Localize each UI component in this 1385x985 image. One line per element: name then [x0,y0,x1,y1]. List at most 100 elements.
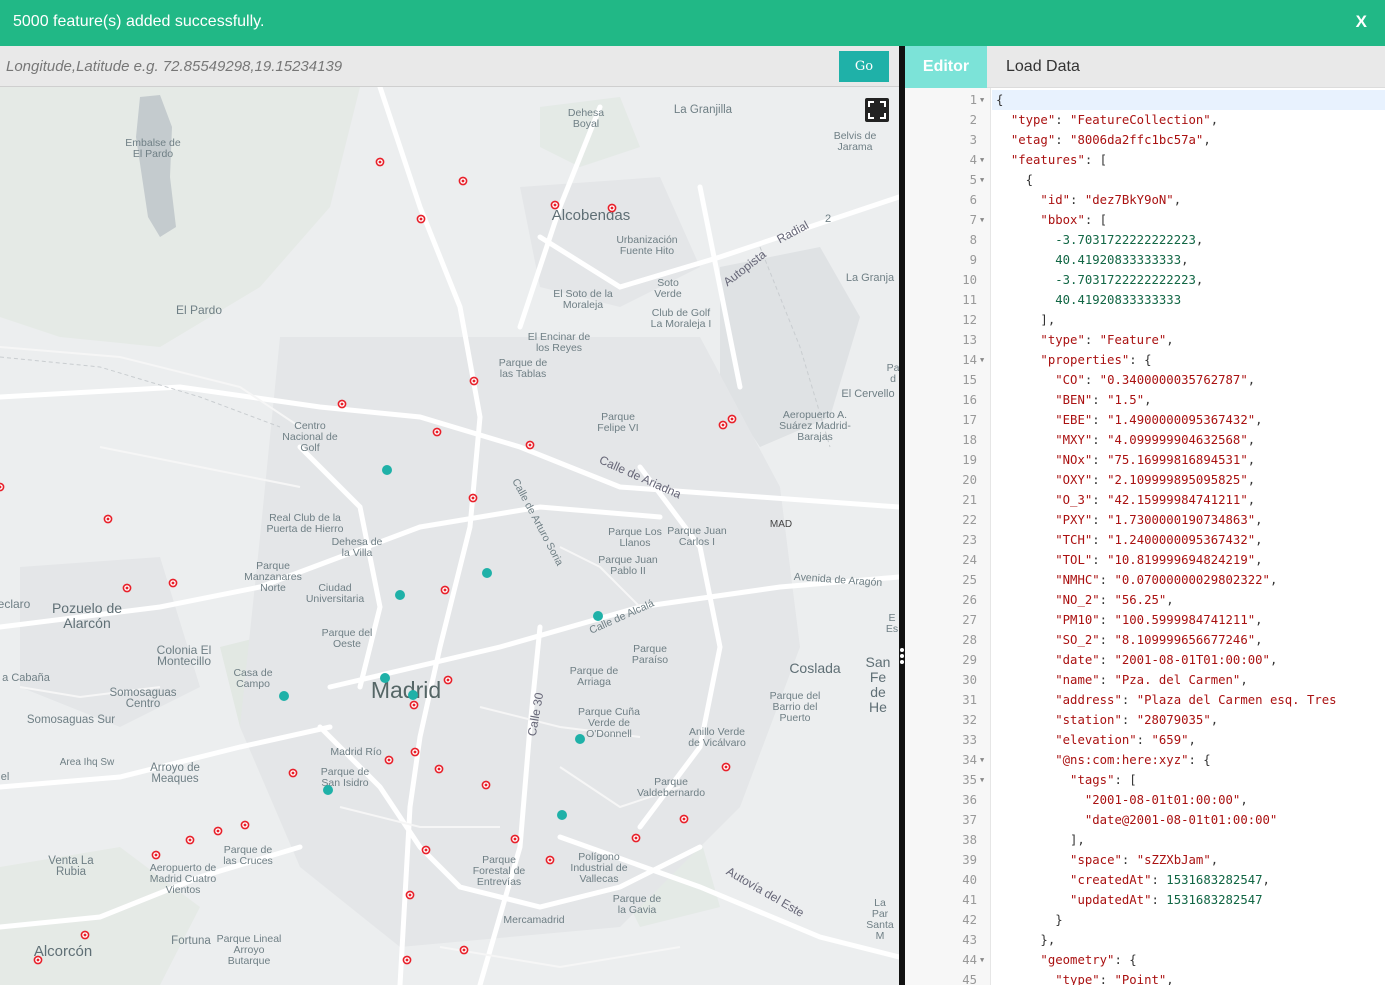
map-label-radial-number: 2 [824,213,832,225]
drag-handle-icon[interactable] [900,648,904,666]
code-line[interactable]: -3.7031722222222223, [996,270,1203,290]
fullscreen-button[interactable] [865,98,889,122]
code-line[interactable]: { [996,90,1003,110]
code-line[interactable]: { [996,170,1033,190]
map-label-parque-tablas: Parque de las Tablas [498,357,548,380]
fold-toggle-icon[interactable]: ▼ [980,770,984,790]
line-number: 12 [962,313,977,327]
fold-toggle-icon[interactable]: ▼ [980,170,984,190]
code-line[interactable]: "station": "28079035", [996,710,1218,730]
line-number: 27 [962,613,977,627]
code-line[interactable]: "PM10": "100.5999984741211", [996,610,1262,630]
map-canvas[interactable] [0,87,899,985]
code-line[interactable]: 40.41920833333333 [996,290,1181,310]
code-line[interactable]: ], [996,310,1055,330]
line-number: 20 [962,473,977,487]
map-label-parque-llanos: Parque Los Llanos [608,526,662,549]
code-line[interactable]: "features": [ [996,150,1107,170]
fold-toggle-icon[interactable]: ▼ [980,150,984,170]
code-line[interactable]: "OXY": "2.109999895095825", [996,470,1255,490]
map-view[interactable]: Embalse de El Pardo Dehesa Boyal La Gran… [0,87,899,985]
code-line[interactable]: "createdAt": 1531683282547, [996,870,1270,890]
code-line[interactable]: "MXY": "4.099999904632568", [996,430,1255,450]
map-label-parque-oeste: Parque del Oeste [321,627,373,650]
code-line[interactable]: "properties": { [996,350,1151,370]
line-number: 34 [962,753,977,767]
close-notification-button[interactable]: X [1356,12,1367,32]
code-line[interactable]: "type": "FeatureCollection", [996,110,1218,130]
line-number: 7 [969,213,977,227]
code-line[interactable]: }, [996,930,1055,950]
line-number: 19 [962,453,977,467]
line-number: 45 [962,973,977,985]
code-line[interactable]: "space": "sZZXbJam", [996,850,1218,870]
line-number: 18 [962,433,977,447]
map-label-parque-paraiso: Parque Paraíso [631,643,669,666]
code-line[interactable]: "id": "dez7BkY9oN", [996,190,1181,210]
go-button[interactable]: Go [839,51,889,82]
code-line[interactable]: "NO_2": "56.25", [996,590,1173,610]
code-line[interactable]: "date": "2001-08-01T01:00:00", [996,650,1277,670]
fold-toggle-icon[interactable]: ▼ [980,350,984,370]
fold-toggle-icon[interactable]: ▼ [980,950,984,970]
code-line[interactable]: 40.41920833333333, [996,250,1188,270]
fold-toggle-icon[interactable]: ▼ [980,210,984,230]
tab-load-data[interactable]: Load Data [1006,46,1080,88]
code-line[interactable]: "elevation": "659", [996,730,1196,750]
map-label-pa-edge: Pa d [886,362,899,385]
line-number: 39 [962,853,977,867]
code-line[interactable]: "type": "Point", [996,970,1173,985]
line-number: 31 [962,693,977,707]
code-line[interactable]: "name": "Pza. del Carmen", [996,670,1248,690]
fold-toggle-icon[interactable]: ▼ [980,90,984,110]
code-line[interactable]: "bbox": [ [996,210,1107,230]
map-label-somosaguas-centro: Somosaguas Centro [109,687,177,710]
code-line[interactable]: "SO_2": "8.109999656677246", [996,630,1262,650]
code-line[interactable]: "TOL": "10.819999694824219", [996,550,1262,570]
json-code-editor[interactable]: 1 ▼ 2 3 4 ▼ 5 ▼ 6 7 ▼ 8 9 10 11 12 13 14 ▼ 15 16 17 18 19 20 21 22… [905,88,1385,985]
code-line[interactable]: "updatedAt": 1531683282547 [996,890,1263,910]
line-number: 21 [962,493,977,507]
map-label-anillo-verde: Anillo Verde de Vicálvaro [688,726,746,749]
tab-editor[interactable]: Editor [905,46,987,88]
code-line[interactable]: "date@2001-08-01t01:00:00" [996,810,1278,830]
code-line[interactable]: "TCH": "1.2400000095367432", [996,530,1262,550]
code-line[interactable]: -3.7031722222222223, [996,230,1203,250]
fold-toggle-icon[interactable]: ▼ [980,750,984,770]
map-label-parque-felipe: Parque Felipe VI [597,411,639,434]
line-number: 24 [962,553,977,567]
code-line[interactable]: "PXY": "1.7300000190734863", [996,510,1262,530]
line-number: 9 [969,253,977,267]
map-label-urbanizacion: Urbanización Fuente Hito [616,234,678,257]
map-label-la-granja: La Granja [845,272,895,284]
code-line[interactable]: "2001-08-01t01:00:00", [996,790,1248,810]
map-label-san-fernando: San Fe de He [865,654,891,715]
code-line[interactable]: "@ns:com:here:xyz": { [996,750,1210,770]
map-label-mad: MAD [769,519,793,530]
code-line[interactable]: "NMHC": "0.07000000029802322", [996,570,1277,590]
code-line[interactable]: "address": "Plaza del Carmen esq. Tres [996,690,1336,710]
code-line[interactable]: ], [996,830,1085,850]
code-line[interactable]: "NOx": "75.16999816894531", [996,450,1255,470]
line-number: 14 [962,353,977,367]
map-label-coslada: Coslada [789,660,841,676]
map-label-parque-gavia: Parque de la Gavia [612,893,662,916]
map-label-soto-verde: Soto Verde [654,277,682,300]
map-label-arroyo-meaques: Arroyo de Meaques [150,762,200,785]
map-label-parque-pablo: Parque Juan Pablo II [598,554,658,577]
code-line[interactable]: "type": "Feature", [996,330,1173,350]
code-line[interactable]: "O_3": "42.15999984741211", [996,490,1255,510]
line-number: 35 [962,773,977,787]
code-line[interactable]: "CO": "0.3400000035762787", [996,370,1255,390]
code-line[interactable]: "geometry": { [996,950,1136,970]
map-label-el-soto: El Soto de la Moraleja [553,288,613,311]
map-label-parque-valdebernardo: Parque Valdebernardo [636,776,706,799]
code-line[interactable]: "tags": [ [996,770,1137,790]
code-line[interactable]: "etag": "8006da2ffc1bc57a", [996,130,1211,150]
line-number: 4 [969,153,977,167]
coordinate-search-input[interactable] [0,46,830,86]
code-line[interactable]: } [996,910,1062,930]
line-number: 3 [969,133,977,147]
code-line[interactable]: "EBE": "1.4900000095367432", [996,410,1262,430]
code-line[interactable]: "BEN": "1.5", [996,390,1151,410]
